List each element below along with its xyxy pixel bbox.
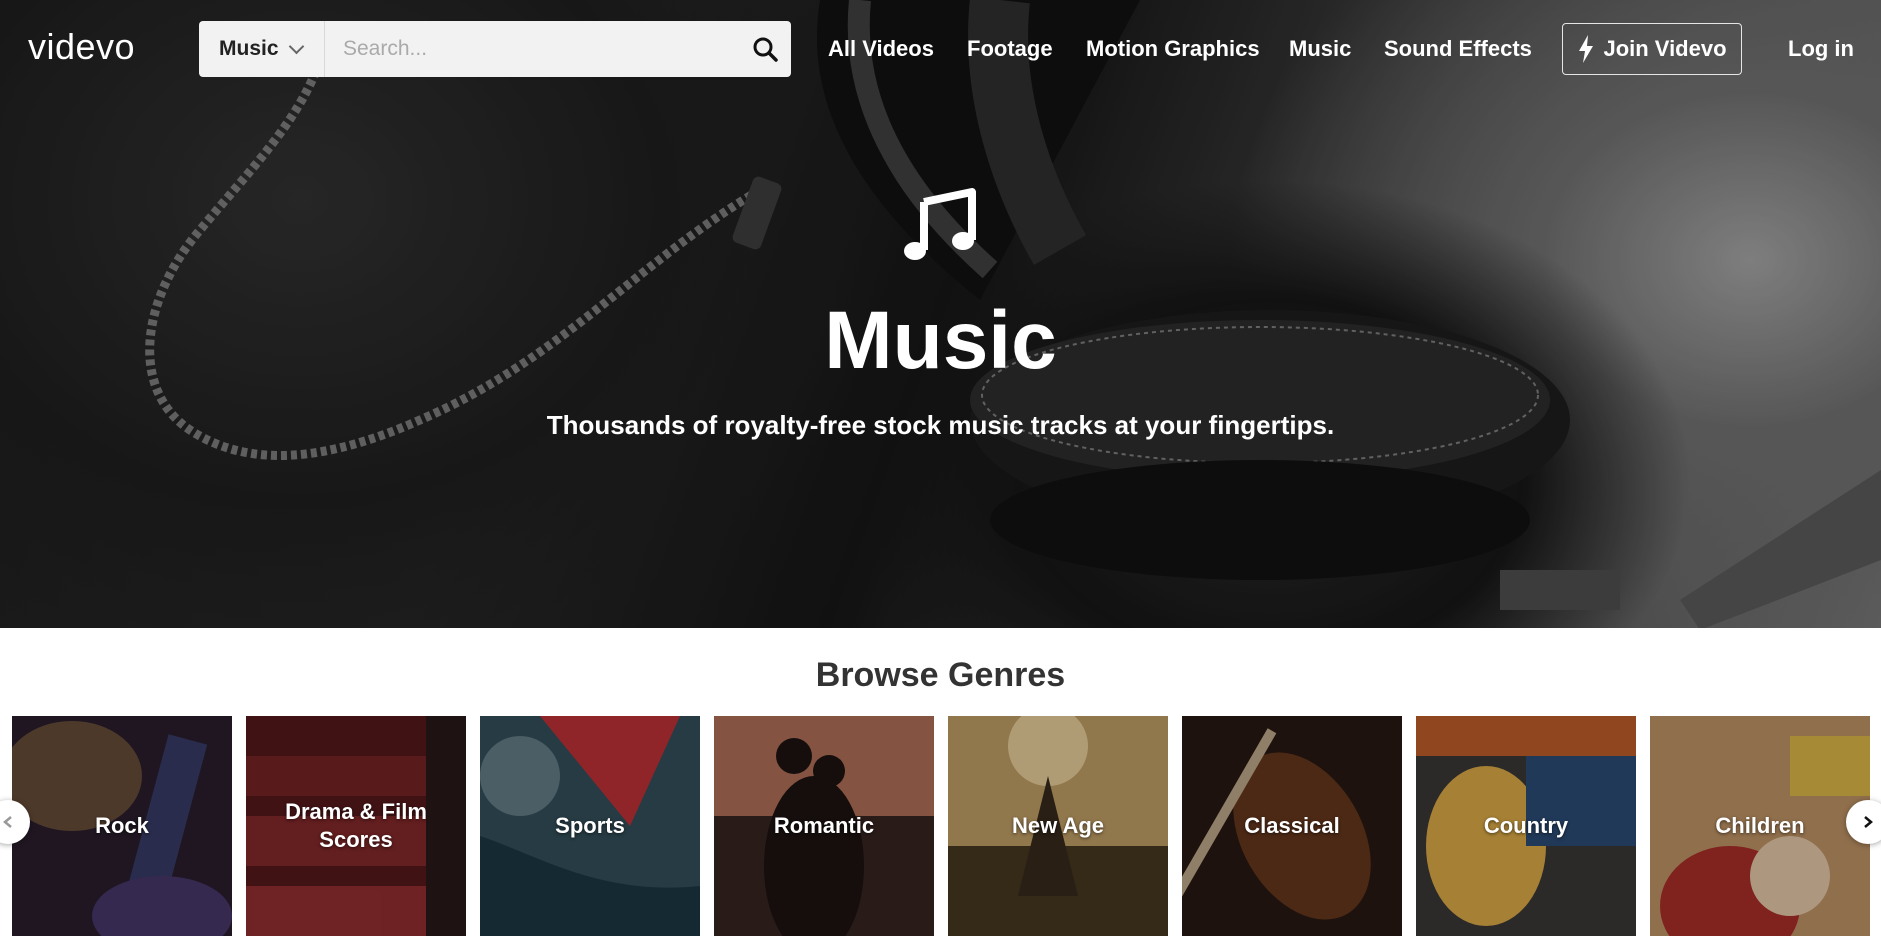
genre-label: Children bbox=[1715, 813, 1805, 838]
genre-tile-drama-film-scores[interactable]: Drama & Film Scores bbox=[246, 716, 466, 936]
hero-title: Music bbox=[824, 295, 1057, 386]
genre-tile-new-age[interactable]: New Age bbox=[948, 716, 1168, 936]
genre-label: Classical bbox=[1244, 813, 1340, 838]
hero-subtitle: Thousands of royalty-free stock music tr… bbox=[546, 410, 1335, 440]
music-note-icon bbox=[904, 188, 976, 260]
chevron-left-icon bbox=[3, 816, 12, 828]
nav-sound-effects[interactable]: Sound Effects bbox=[1384, 36, 1532, 62]
chevron-right-icon bbox=[1864, 816, 1873, 828]
join-label: Join Videvo bbox=[1603, 36, 1727, 61]
genre-label: Rock bbox=[95, 813, 149, 838]
genre-tile-romantic[interactable]: Romantic bbox=[714, 716, 934, 936]
genre-carousel: Rock Drama & Film Scores Sports Romantic… bbox=[12, 716, 1881, 936]
genre-label: Drama & Film Scores bbox=[285, 799, 427, 852]
search-bar: Music bbox=[199, 20, 791, 78]
join-button[interactable]: Join Videvo bbox=[1562, 23, 1742, 75]
genre-label: Sports bbox=[555, 813, 625, 838]
chevron-down-icon bbox=[288, 38, 304, 54]
genre-tile-sports[interactable]: Sports bbox=[480, 716, 700, 936]
videvo-logo[interactable]: videvo bbox=[28, 26, 135, 68]
search-category-dropdown[interactable]: Music bbox=[199, 21, 325, 77]
genre-label: Romantic bbox=[773, 813, 875, 838]
genre-label: Country bbox=[1483, 813, 1569, 838]
search-icon bbox=[753, 37, 778, 62]
nav-footage[interactable]: Footage bbox=[967, 36, 1053, 62]
genre-tile-country[interactable]: Country bbox=[1416, 716, 1636, 936]
nav-all-videos[interactable]: All Videos bbox=[828, 36, 934, 62]
genre-tile-classical[interactable]: Classical bbox=[1182, 716, 1402, 936]
genre-tile-rock[interactable]: Rock bbox=[12, 716, 232, 936]
genre-label: New Age bbox=[1011, 813, 1105, 838]
search-button[interactable] bbox=[739, 21, 791, 77]
search-category-label: Music bbox=[219, 37, 279, 60]
nav-music[interactable]: Music bbox=[1289, 36, 1351, 62]
browse-genres-heading: Browse Genres bbox=[815, 656, 1066, 694]
nav-motion-graphics[interactable]: Motion Graphics bbox=[1086, 36, 1260, 62]
login-link[interactable]: Log in bbox=[1788, 36, 1854, 62]
search-input[interactable] bbox=[325, 20, 739, 78]
genre-tile-children[interactable]: Children bbox=[1650, 716, 1870, 936]
lightning-icon bbox=[1579, 35, 1594, 63]
